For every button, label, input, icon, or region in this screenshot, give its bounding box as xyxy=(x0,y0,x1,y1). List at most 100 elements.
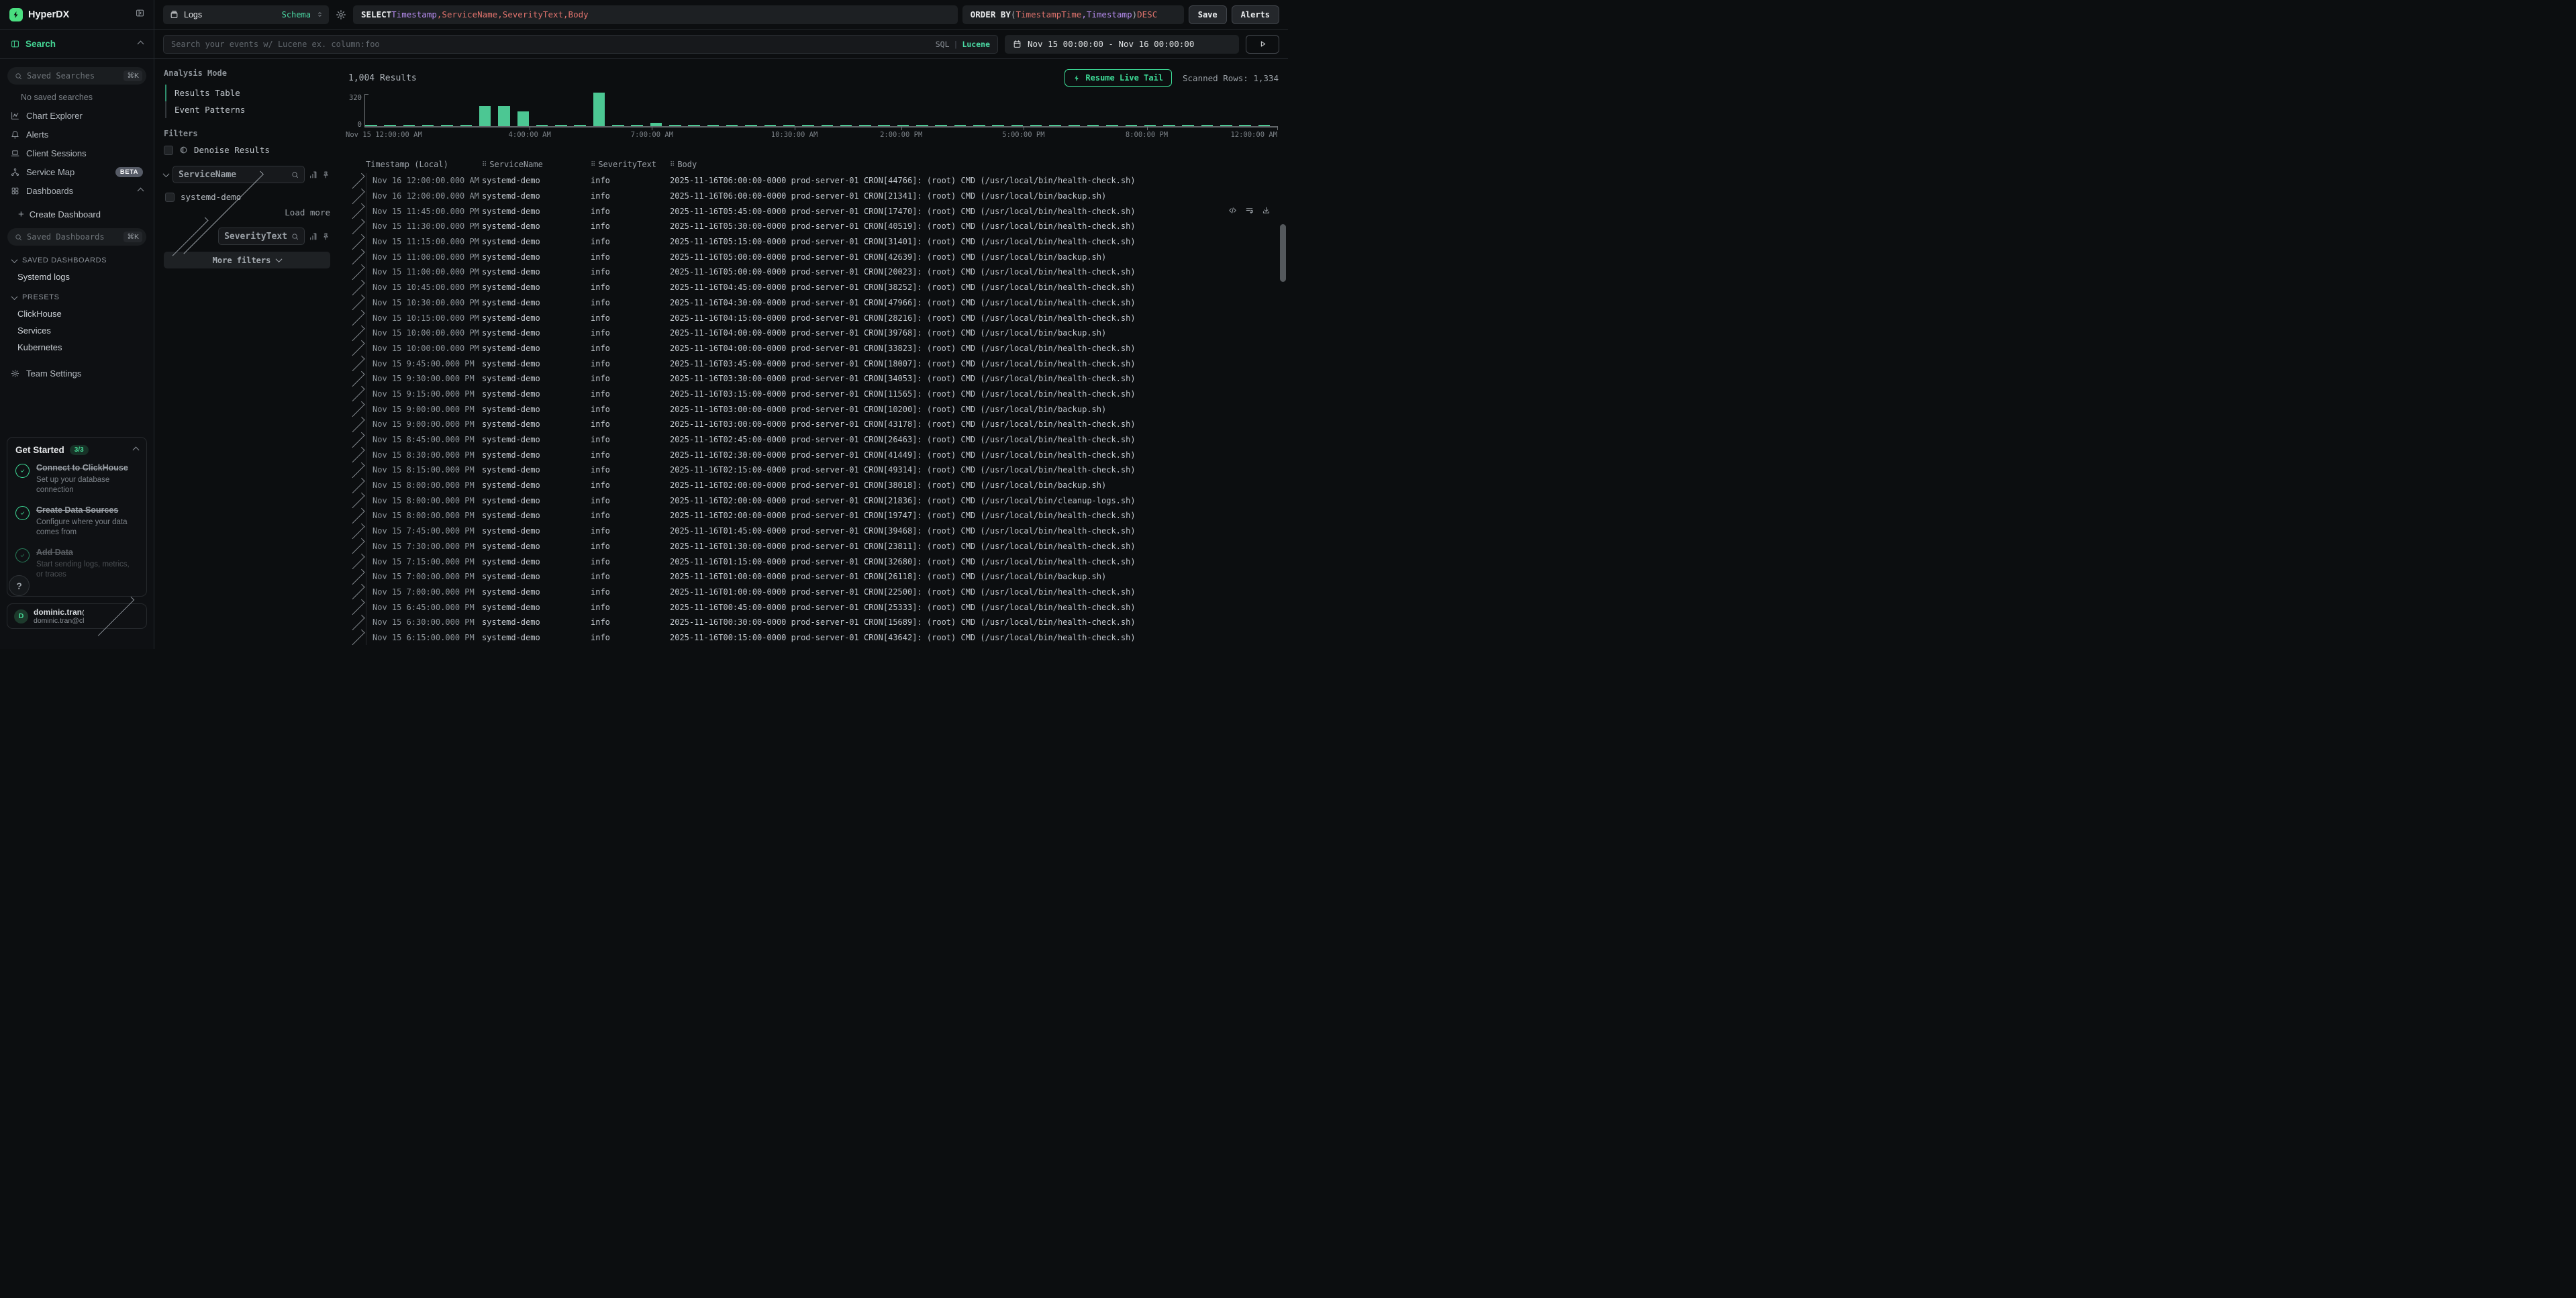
mode-results-table[interactable]: Results Table xyxy=(165,85,330,101)
order-by-input[interactable]: ORDER BY (TimestampTime, Timestamp) DESC xyxy=(962,5,1184,24)
sidebar-item-systemd-logs[interactable]: Systemd logs xyxy=(0,268,154,285)
row-expand-icon[interactable] xyxy=(349,630,364,645)
table-row[interactable]: Nov 15 11:00:00.000 PMsystemd-demoinfo20… xyxy=(348,249,1279,264)
table-row[interactable]: Nov 15 8:00:00.000 PMsystemd-demoinfo202… xyxy=(348,493,1279,508)
row-expand-icon[interactable] xyxy=(349,234,364,249)
column-body[interactable]: ⠿Body xyxy=(670,160,1238,169)
code-view-icon[interactable] xyxy=(1228,206,1237,215)
more-filters-button[interactable]: More filters xyxy=(164,252,330,268)
table-row[interactable]: Nov 15 7:15:00.000 PMsystemd-demoinfo202… xyxy=(348,554,1279,569)
sidebar-item-chart-explorer[interactable]: Chart Explorer xyxy=(0,106,154,125)
table-row[interactable]: Nov 15 6:45:00.000 PMsystemd-demoinfo202… xyxy=(348,599,1279,615)
row-expand-icon[interactable] xyxy=(349,569,364,585)
chevron-right-icon[interactable] xyxy=(170,217,209,256)
row-expand-icon[interactable] xyxy=(349,615,364,630)
sidebar-item-search[interactable]: Search xyxy=(0,30,154,59)
sidebar-item-client-sessions[interactable]: Client Sessions xyxy=(0,144,154,162)
sidebar-item-clickhouse[interactable]: ClickHouse xyxy=(0,305,154,322)
chevron-up-icon[interactable] xyxy=(138,187,144,194)
sidebar-item-team-settings[interactable]: Team Settings xyxy=(0,364,154,383)
row-expand-icon[interactable] xyxy=(349,340,364,356)
language-toggle[interactable]: SQL | Lucene xyxy=(936,40,990,49)
table-row[interactable]: Nov 15 9:45:00.000 PMsystemd-demoinfo202… xyxy=(348,356,1279,371)
row-expand-icon[interactable] xyxy=(349,417,364,432)
download-icon[interactable] xyxy=(1262,206,1271,215)
get-started-task[interactable]: Add Data Start sending logs, metrics, or… xyxy=(15,546,138,580)
row-expand-icon[interactable] xyxy=(349,554,364,569)
row-expand-icon[interactable] xyxy=(349,493,364,508)
alerts-button[interactable]: Alerts xyxy=(1232,5,1279,24)
table-row[interactable]: Nov 15 8:15:00.000 PMsystemd-demoinfo202… xyxy=(348,462,1279,478)
chevron-down-icon[interactable] xyxy=(163,170,170,177)
text-wrap-icon[interactable] xyxy=(1245,206,1254,215)
scrollbar-thumb[interactable] xyxy=(1280,224,1286,282)
table-row[interactable]: Nov 15 10:30:00.000 PMsystemd-demoinfo20… xyxy=(348,295,1279,311)
row-expand-icon[interactable] xyxy=(349,356,364,371)
checkbox[interactable] xyxy=(164,146,173,155)
row-expand-icon[interactable] xyxy=(349,326,364,341)
row-expand-icon[interactable] xyxy=(349,447,364,462)
pin-icon[interactable] xyxy=(321,170,330,179)
get-started-task[interactable]: Connect to ClickHouse Set up your databa… xyxy=(15,462,138,495)
table-row[interactable]: Nov 15 6:30:00.000 PMsystemd-demoinfo202… xyxy=(348,615,1279,630)
search-input[interactable] xyxy=(171,40,930,49)
row-expand-icon[interactable] xyxy=(349,249,364,264)
table-row[interactable]: Nov 15 7:00:00.000 PMsystemd-demoinfo202… xyxy=(348,569,1279,585)
table-row[interactable]: Nov 16 12:00:00.000 AMsystemd-demoinfo20… xyxy=(348,189,1279,204)
sql-mode-option[interactable]: SQL xyxy=(936,40,950,49)
table-row[interactable]: Nov 15 6:15:00.000 PMsystemd-demoinfo202… xyxy=(348,630,1279,646)
row-expand-icon[interactable] xyxy=(349,219,364,234)
source-settings-gear-icon[interactable] xyxy=(334,5,348,24)
checkbox[interactable] xyxy=(165,193,175,202)
user-profile[interactable]: D dominic.tran@clic... dominic.tran@clic… xyxy=(7,603,147,629)
row-expand-icon[interactable] xyxy=(349,386,364,401)
mode-event-patterns[interactable]: Event Patterns xyxy=(165,101,330,118)
table-row[interactable]: Nov 15 9:30:00.000 PMsystemd-demoinfo202… xyxy=(348,371,1279,387)
column-severitytext[interactable]: ⠿SeverityText xyxy=(591,160,670,169)
saved-searches-input[interactable] xyxy=(27,71,119,81)
chevron-up-icon[interactable] xyxy=(138,41,144,48)
event-search-box[interactable]: SQL | Lucene xyxy=(163,35,998,54)
row-expand-icon[interactable] xyxy=(349,432,364,447)
row-expand-icon[interactable] xyxy=(349,523,364,538)
table-row[interactable]: Nov 15 8:45:00.000 PMsystemd-demoinfo202… xyxy=(348,432,1279,448)
table-row[interactable]: Nov 15 9:00:00.000 PMsystemd-demoinfo202… xyxy=(348,401,1279,417)
table-scrollbar[interactable] xyxy=(1279,203,1287,649)
row-expand-icon[interactable] xyxy=(349,538,364,554)
table-row[interactable]: Nov 15 11:15:00.000 PMsystemd-demoinfo20… xyxy=(348,234,1279,250)
facet-search-box[interactable]: ServiceName xyxy=(172,166,305,183)
column-servicename[interactable]: ⠿ServiceName xyxy=(482,160,591,169)
time-range-picker[interactable]: Nov 15 00:00:00 - Nov 16 00:00:00 xyxy=(1005,35,1239,54)
row-expand-icon[interactable] xyxy=(349,279,364,295)
sidebar-item-kubernetes[interactable]: Kubernetes xyxy=(0,339,154,356)
row-expand-icon[interactable] xyxy=(349,599,364,615)
table-row[interactable]: Nov 15 11:00:00.000 PMsystemd-demoinfo20… xyxy=(348,264,1279,280)
table-row[interactable]: Nov 15 7:00:00.000 PMsystemd-demoinfo202… xyxy=(348,585,1279,600)
table-row[interactable]: Nov 15 11:45:00.000 PMsystemd-demoinfo20… xyxy=(348,203,1279,219)
row-expand-icon[interactable] xyxy=(349,401,364,417)
save-button[interactable]: Save xyxy=(1189,5,1227,24)
histogram-bars[interactable] xyxy=(364,94,1277,128)
lucene-mode-option[interactable]: Lucene xyxy=(962,40,990,49)
load-more-button[interactable]: Load more xyxy=(164,204,330,221)
table-row[interactable]: Nov 15 7:30:00.000 PMsystemd-demoinfo202… xyxy=(348,539,1279,554)
run-query-button[interactable] xyxy=(1246,35,1279,54)
column-timestamp[interactable]: Timestamp (Local) xyxy=(366,160,482,169)
sidebar-item-service-map[interactable]: Service Map BETA xyxy=(0,162,154,181)
row-expand-icon[interactable] xyxy=(349,584,364,599)
sidebar-item-alerts[interactable]: Alerts xyxy=(0,125,154,144)
presets-section[interactable]: PRESETS xyxy=(0,289,154,305)
facet-search-box[interactable]: SeverityText xyxy=(218,228,305,245)
table-row[interactable]: Nov 15 10:45:00.000 PMsystemd-demoinfo20… xyxy=(348,280,1279,295)
row-expand-icon[interactable] xyxy=(349,295,364,310)
select-columns-input[interactable]: SELECT Timestamp,ServiceName,SeverityTex… xyxy=(353,5,958,24)
sidebar-item-dashboards[interactable]: Dashboards xyxy=(0,181,154,200)
facet-chart-icon[interactable] xyxy=(309,232,317,241)
table-row[interactable]: Nov 15 11:30:00.000 PMsystemd-demoinfo20… xyxy=(348,219,1279,234)
table-row[interactable]: Nov 15 9:00:00.000 PMsystemd-demoinfo202… xyxy=(348,417,1279,432)
row-expand-icon[interactable] xyxy=(349,462,364,478)
row-expand-icon[interactable] xyxy=(349,477,364,493)
facet-chart-icon[interactable] xyxy=(309,170,317,179)
row-expand-icon[interactable] xyxy=(349,188,364,203)
create-dashboard-button[interactable]: + Create Dashboard xyxy=(0,205,154,223)
